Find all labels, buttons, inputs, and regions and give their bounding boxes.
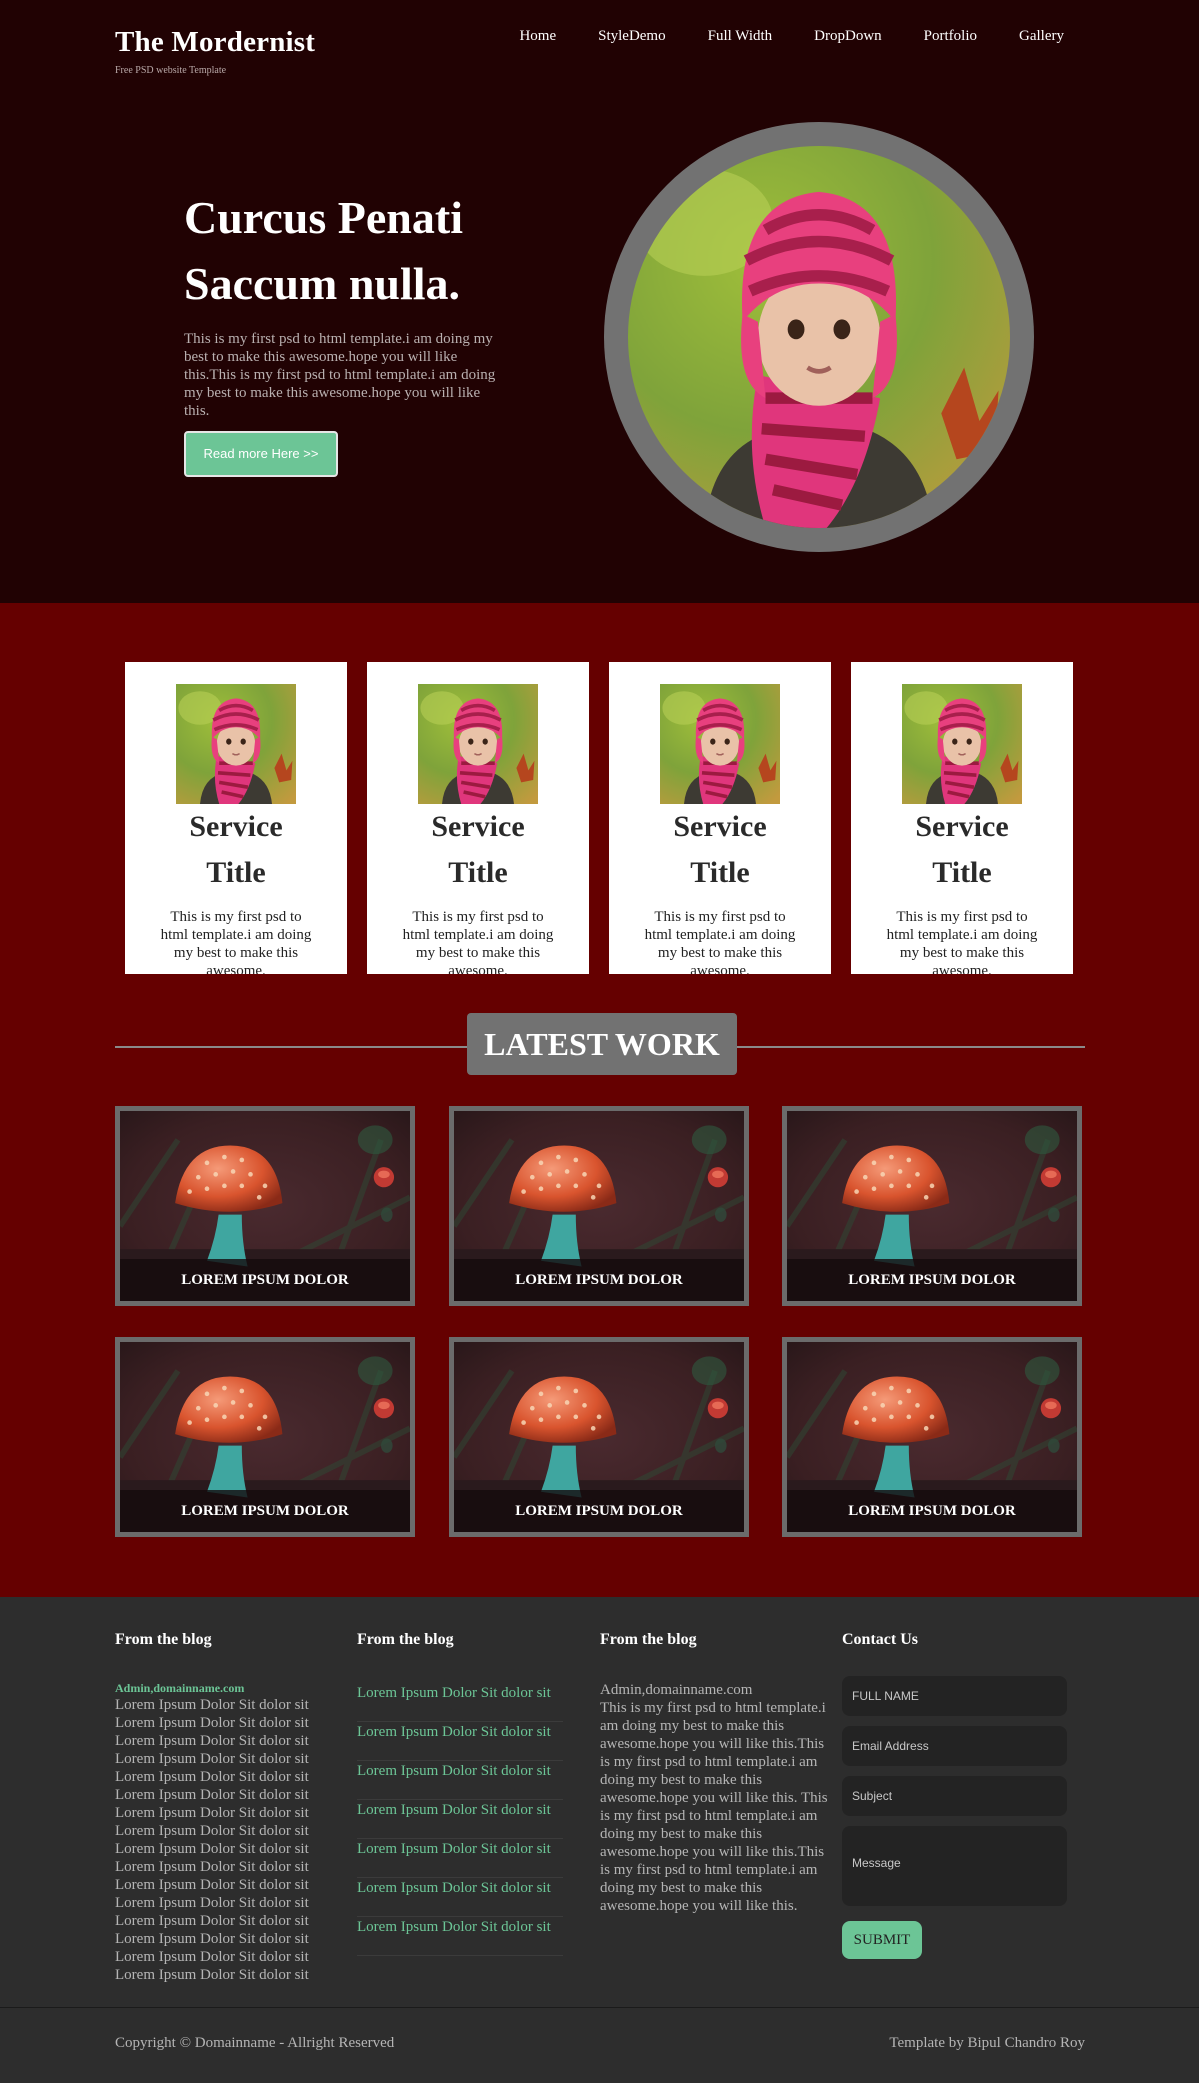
blog-link-list: Lorem Ipsum Dolor Sit dolor sit Lorem Ip… bbox=[357, 1683, 563, 1956]
work-caption: LOREM IPSUM DOLOR bbox=[454, 1259, 744, 1301]
blog-link[interactable]: Lorem Ipsum Dolor Sit dolor sit bbox=[357, 1800, 563, 1839]
footer-bottom-bar: Copyright © Domainname - Allright Reserv… bbox=[0, 2007, 1199, 2077]
latest-work-title: LATEST WORK bbox=[467, 1013, 737, 1075]
contact-col: Contact Us SUBMIT bbox=[842, 1631, 1067, 1959]
service-text: This is my first psd to html template.i … bbox=[160, 909, 312, 974]
contact-title: Contact Us bbox=[842, 1631, 918, 1648]
footer-col-title: From the blog bbox=[115, 1631, 212, 1648]
message-input[interactable] bbox=[842, 1826, 1067, 1906]
hero-heading-line1: Curcus Penati bbox=[184, 192, 463, 243]
blog-link[interactable]: Lorem Ipsum Dolor Sit dolor sit bbox=[357, 1761, 563, 1800]
hero-section: The Mordernist Free PSD website Template… bbox=[0, 0, 1199, 603]
nav-gallery[interactable]: Gallery bbox=[1019, 28, 1064, 45]
nav-full-width[interactable]: Full Width bbox=[708, 28, 773, 45]
services-row: Service Title This is my first psd to htm… bbox=[125, 662, 1073, 974]
blog-author-link[interactable]: Admin,domainname.com bbox=[115, 1681, 309, 1696]
footer-col-title: From the blog bbox=[357, 1631, 454, 1648]
work-item[interactable]: LOREM IPSUM DOLOR bbox=[782, 1106, 1082, 1306]
blog-body: This is my first psd to html template.i … bbox=[600, 1700, 828, 1914]
hero-text: Curcus Penati Saccum nulla. This is my f… bbox=[184, 185, 514, 477]
blog-link[interactable]: Lorem Ipsum Dolor Sit dolor sit bbox=[357, 1917, 563, 1956]
service-text: This is my first psd to html template.i … bbox=[886, 909, 1038, 974]
template-credit: Template by Bipul Chandro Roy bbox=[889, 2035, 1085, 2051]
service-card[interactable]: Service Title This is my first psd to htm… bbox=[609, 662, 831, 974]
service-title: Service Title bbox=[189, 810, 283, 889]
footer-blog-col-2: From the blog Lorem Ipsum Dolor Sit dolo… bbox=[357, 1631, 563, 1956]
email-input[interactable] bbox=[842, 1726, 1067, 1766]
work-caption: LOREM IPSUM DOLOR bbox=[454, 1490, 744, 1532]
work-caption: LOREM IPSUM DOLOR bbox=[787, 1259, 1077, 1301]
main-nav: Home StyleDemo Full Width DropDown Portf… bbox=[519, 28, 1064, 45]
latest-work-header: LATEST WORK bbox=[115, 1013, 1085, 1075]
work-item[interactable]: LOREM IPSUM DOLOR bbox=[449, 1106, 749, 1306]
service-image bbox=[418, 684, 538, 804]
nav-home[interactable]: Home bbox=[519, 28, 556, 45]
service-text: This is my first psd to html template.i … bbox=[402, 909, 554, 974]
work-caption: LOREM IPSUM DOLOR bbox=[120, 1490, 410, 1532]
footer-col-title: From the blog bbox=[600, 1631, 697, 1648]
subject-input[interactable] bbox=[842, 1776, 1067, 1816]
hero-photo bbox=[628, 146, 1010, 528]
service-image bbox=[176, 684, 296, 804]
hero-heading: Curcus Penati Saccum nulla. bbox=[184, 185, 514, 317]
footer-blog-col-1: From the blog Admin,domainname.com Lorem… bbox=[115, 1631, 309, 1984]
brand[interactable]: The Mordernist Free PSD website Template bbox=[115, 26, 315, 76]
service-card[interactable]: Service Title This is my first psd to htm… bbox=[367, 662, 589, 974]
nav-portfolio[interactable]: Portfolio bbox=[924, 28, 977, 45]
hero-image-frame bbox=[604, 122, 1034, 552]
brand-tagline: Free PSD website Template bbox=[115, 65, 227, 76]
blog-author: Admin,domainname.com bbox=[600, 1682, 753, 1698]
work-item[interactable]: LOREM IPSUM DOLOR bbox=[115, 1337, 415, 1537]
service-image bbox=[660, 684, 780, 804]
blog-link[interactable]: Lorem Ipsum Dolor Sit dolor sit bbox=[357, 1722, 563, 1761]
full-name-input[interactable] bbox=[842, 1676, 1067, 1716]
work-caption: LOREM IPSUM DOLOR bbox=[120, 1259, 410, 1301]
blog-link[interactable]: Lorem Ipsum Dolor Sit dolor sit bbox=[357, 1878, 563, 1917]
service-title: Service Title bbox=[431, 810, 525, 889]
work-caption: LOREM IPSUM DOLOR bbox=[787, 1490, 1077, 1532]
blog-lines: Lorem Ipsum Dolor Sit dolor sit Lorem Ips… bbox=[115, 1697, 309, 1983]
nav-styledemo[interactable]: StyleDemo bbox=[598, 28, 666, 45]
work-item[interactable]: LOREM IPSUM DOLOR bbox=[782, 1337, 1082, 1537]
blog-link[interactable]: Lorem Ipsum Dolor Sit dolor sit bbox=[357, 1839, 563, 1878]
service-card[interactable]: Service Title This is my first psd to htm… bbox=[125, 662, 347, 974]
hero-heading-line2: Saccum nulla. bbox=[184, 258, 461, 309]
copyright: Copyright © Domainname - Allright Reserv… bbox=[115, 2035, 395, 2051]
work-item[interactable]: LOREM IPSUM DOLOR bbox=[115, 1106, 415, 1306]
blog-link[interactable]: Lorem Ipsum Dolor Sit dolor sit bbox=[357, 1683, 563, 1722]
footer: From the blog Admin,domainname.com Lorem… bbox=[0, 1597, 1199, 2077]
service-card[interactable]: Service Title This is my first psd to htm… bbox=[851, 662, 1073, 974]
read-more-button[interactable]: Read more Here >> bbox=[184, 431, 338, 477]
service-image bbox=[902, 684, 1022, 804]
submit-button[interactable]: SUBMIT bbox=[842, 1921, 922, 1959]
contact-form: SUBMIT bbox=[842, 1676, 1067, 1959]
blog-text: Admin,domainname.com This is my first ps… bbox=[600, 1681, 835, 1915]
main-section: Service Title This is my first psd to htm… bbox=[0, 603, 1199, 1597]
service-text: This is my first psd to html template.i … bbox=[644, 909, 796, 974]
hero-body: This is my first psd to html template.i … bbox=[184, 331, 496, 419]
service-title: Service Title bbox=[673, 810, 767, 889]
nav-dropdown[interactable]: DropDown bbox=[814, 28, 882, 45]
footer-blog-col-3: From the blog Admin,domainname.com This … bbox=[600, 1631, 835, 1915]
service-title: Service Title bbox=[915, 810, 1009, 889]
brand-title[interactable]: The Mordernist bbox=[115, 26, 315, 59]
work-item[interactable]: LOREM IPSUM DOLOR bbox=[449, 1337, 749, 1537]
